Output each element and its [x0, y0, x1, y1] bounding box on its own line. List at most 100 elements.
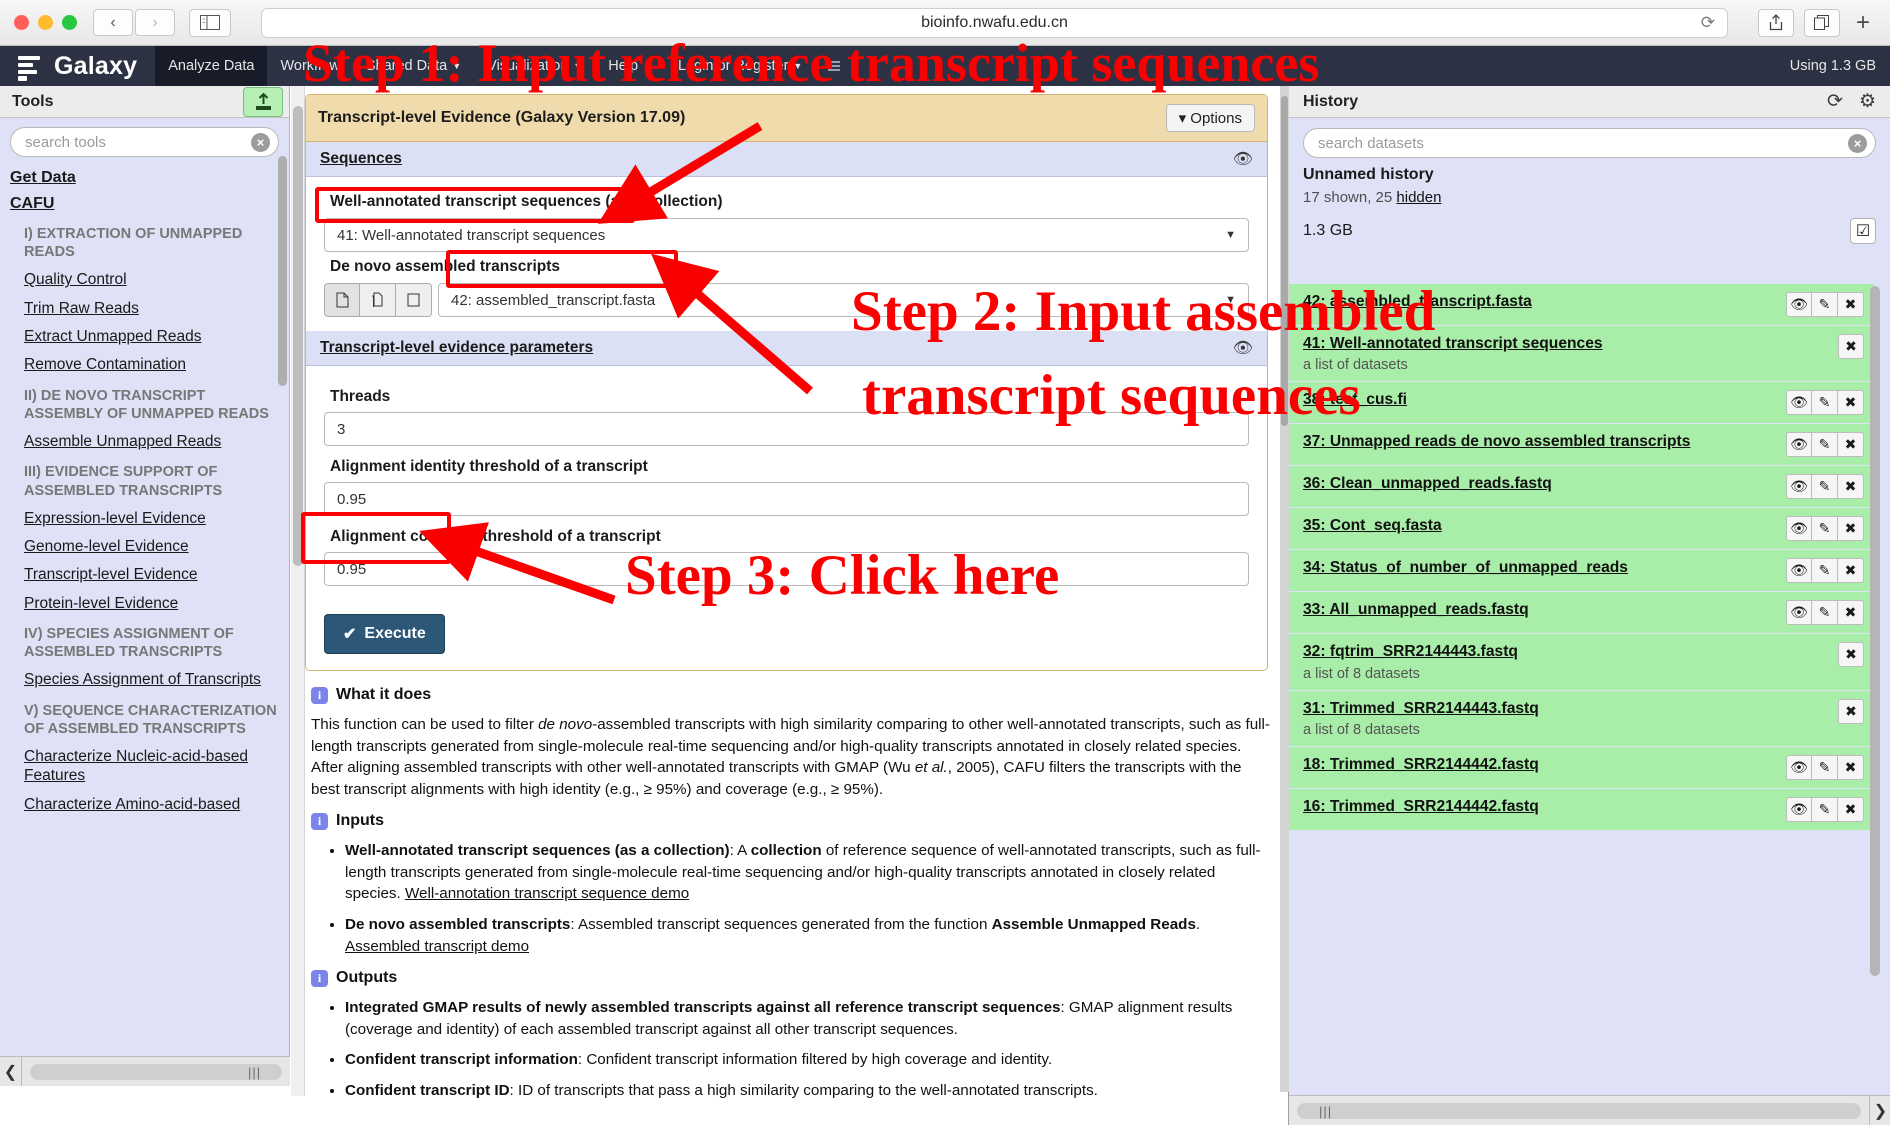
tool-quality-control[interactable]: Quality Control [24, 270, 283, 289]
delete-icon[interactable]: ✖ [1838, 754, 1864, 780]
forward-button[interactable]: › [135, 9, 175, 36]
history-dataset-item[interactable]: 42: assembled_transcript.fasta 👁 ✎ ✖ [1289, 284, 1874, 326]
pencil-icon[interactable]: ✎ [1812, 474, 1838, 500]
eye-icon[interactable]: 👁 [1786, 516, 1812, 542]
upload-data-button[interactable] [243, 86, 283, 117]
identity-threshold-input[interactable]: 0.95 [324, 482, 1249, 516]
menu-workflow[interactable]: Workflow [267, 46, 352, 86]
collapse-tool-panel-button[interactable]: ❮ [0, 1057, 22, 1086]
de-novo-select[interactable]: 42: assembled_transcript.fasta ▼ [438, 283, 1249, 317]
menu-analyze-data[interactable]: Analyze Data [155, 46, 268, 86]
pencil-icon[interactable]: ✎ [1812, 432, 1838, 458]
tool-transcript-level-evidence[interactable]: Transcript-level Evidence [24, 565, 283, 584]
tool-characterize-amino-acid[interactable]: Characterize Amino-acid-based [24, 795, 283, 814]
minimize-window-button[interactable] [38, 15, 53, 30]
tool-section-get-data[interactable]: Get Data [10, 169, 283, 187]
clear-search-icon[interactable]: × [251, 132, 270, 152]
delete-icon[interactable]: ✖ [1838, 390, 1864, 416]
history-dataset-name[interactable]: 41: Well-annotated transcript sequences [1303, 334, 1832, 354]
new-tab-button[interactable]: + [1850, 9, 1876, 37]
history-dataset-item[interactable]: 16: Trimmed_SRR2144442.fastq 👁 ✎ ✖ [1289, 788, 1874, 831]
history-dataset-name[interactable]: 18: Trimmed_SRR2144442.fastq [1303, 755, 1780, 775]
history-dataset-name[interactable]: 35: Cont_seq.fasta [1303, 516, 1780, 536]
history-dataset-item[interactable]: 36: Clean_unmapped_reads.fastq 👁 ✎ ✖ [1289, 466, 1874, 509]
delete-icon[interactable]: ✖ [1838, 642, 1864, 668]
sequences-section-header[interactable]: Sequences 👁 [306, 142, 1267, 177]
gear-icon[interactable]: ⚙ [1859, 90, 1876, 113]
parameters-section-header[interactable]: Transcript-level evidence parameters 👁 [306, 331, 1267, 366]
history-panel-resizer[interactable] [1280, 86, 1289, 1092]
history-dataset-item[interactable]: 38: test_cus.fi 👁 ✎ ✖ [1289, 382, 1874, 425]
eye-icon[interactable]: 👁 [1786, 390, 1812, 416]
history-dataset-item[interactable]: 18: Trimmed_SRR2144442.fastq 👁 ✎ ✖ [1289, 746, 1874, 789]
menu-visualization[interactable]: Visualization ▼ [474, 46, 595, 86]
tool-search-input[interactable]: search tools × [10, 127, 279, 157]
address-bar[interactable]: bioinfo.nwafu.edu.cn ⟳ [261, 7, 1728, 38]
history-dataset-name[interactable]: 34: Status_of_number_of_unmapped_reads [1303, 558, 1780, 578]
pencil-icon[interactable]: ✎ [1812, 558, 1838, 584]
menu-help[interactable]: Help ▼ [595, 46, 665, 86]
eye-icon[interactable]: 👁 [1786, 600, 1812, 626]
eye-icon[interactable]: 👁 [1786, 796, 1812, 822]
well-annotated-select[interactable]: 41: Well-annotated transcript sequences … [324, 218, 1249, 252]
delete-icon[interactable]: ✖ [1838, 698, 1864, 724]
history-dataset-item[interactable]: 35: Cont_seq.fasta 👁 ✎ ✖ [1289, 508, 1874, 551]
tool-species-assignment[interactable]: Species Assignment of Transcripts [24, 670, 283, 689]
pencil-icon[interactable]: ✎ [1812, 796, 1838, 822]
coverage-threshold-input[interactable]: 0.95 [324, 552, 1249, 586]
delete-icon[interactable]: ✖ [1838, 292, 1864, 317]
dataset-collection-icon[interactable] [396, 283, 432, 317]
threads-input[interactable]: 3 [324, 412, 1249, 446]
share-button[interactable] [1757, 8, 1794, 37]
history-search-input[interactable]: search datasets × [1303, 128, 1876, 158]
clear-search-icon[interactable]: × [1848, 133, 1867, 153]
eye-icon[interactable]: 👁 [1786, 292, 1812, 317]
delete-icon[interactable]: ✖ [1838, 516, 1864, 542]
history-dataset-name[interactable]: 16: Trimmed_SRR2144442.fastq [1303, 797, 1780, 817]
options-button[interactable]: ▾ Options [1165, 104, 1255, 132]
history-name[interactable]: Unnamed history [1303, 166, 1876, 184]
tool-remove-contamination[interactable]: Remove Contamination [24, 355, 283, 374]
history-dataset-name[interactable]: 33: All_unmapped_reads.fastq [1303, 600, 1780, 620]
tool-characterize-nucleic-acid[interactable]: Characterize Nucleic-acid-based Features [24, 747, 283, 786]
tool-extract-unmapped-reads[interactable]: Extract Unmapped Reads [24, 327, 283, 346]
history-dataset-item[interactable]: 33: All_unmapped_reads.fastq 👁 ✎ ✖ [1289, 592, 1874, 635]
eye-icon[interactable]: 👁 [1786, 754, 1812, 780]
tool-genome-level-evidence[interactable]: Genome-level Evidence [24, 537, 283, 556]
history-dataset-item[interactable]: 37: Unmapped reads de novo assembled tra… [1289, 424, 1874, 467]
back-button[interactable]: ‹ [93, 9, 133, 36]
history-dataset-item[interactable]: 32: fqtrim_SRR2144443.fastq a list of 8 d… [1289, 634, 1874, 691]
history-scrollbar[interactable] [1870, 286, 1880, 976]
tool-panel-scrollbar[interactable] [278, 156, 287, 386]
collapse-history-panel-button[interactable]: ❯ [1869, 1096, 1890, 1125]
eye-icon[interactable]: 👁 [1233, 149, 1253, 169]
menu-shared-data[interactable]: Shared Data ▼ [353, 46, 474, 86]
history-dataset-name[interactable]: 42: assembled_transcript.fasta [1303, 292, 1780, 312]
tool-expression-level-evidence[interactable]: Expression-level Evidence [24, 509, 283, 528]
multiple-datasets-icon[interactable] [360, 283, 396, 317]
tool-protein-level-evidence[interactable]: Protein-level Evidence [24, 594, 283, 613]
pencil-icon[interactable]: ✎ [1812, 390, 1838, 416]
sidebar-toggle-button[interactable] [189, 8, 231, 37]
delete-icon[interactable]: ✖ [1838, 432, 1864, 458]
maximize-window-button[interactable] [62, 15, 77, 30]
history-dataset-name[interactable]: 37: Unmapped reads de novo assembled tra… [1303, 432, 1780, 452]
history-dataset-name[interactable]: 36: Clean_unmapped_reads.fastq [1303, 474, 1780, 494]
eye-icon[interactable]: 👁 [1786, 558, 1812, 584]
reload-icon[interactable]: ⟳ [1701, 13, 1715, 33]
tabs-overview-button[interactable] [1803, 8, 1840, 37]
pencil-icon[interactable]: ✎ [1812, 600, 1838, 626]
galaxy-brand[interactable]: Galaxy [0, 52, 155, 81]
delete-icon[interactable]: ✖ [1838, 558, 1864, 584]
tool-section-cafu[interactable]: CAFU [10, 195, 283, 213]
history-dataset-name[interactable]: 32: fqtrim_SRR2144443.fastq [1303, 642, 1832, 662]
pencil-icon[interactable]: ✎ [1812, 754, 1838, 780]
center-scrollbar-track[interactable] [291, 86, 305, 1096]
delete-icon[interactable]: ✖ [1838, 334, 1864, 359]
horizontal-scrollbar[interactable]: ||| [30, 1063, 282, 1080]
center-scrollbar-thumb[interactable] [293, 106, 303, 566]
pencil-icon[interactable]: ✎ [1812, 292, 1838, 317]
history-dataset-item[interactable]: 34: Status_of_number_of_unmapped_reads 👁 ✎… [1289, 550, 1874, 593]
eye-icon[interactable]: 👁 [1786, 432, 1812, 458]
history-dataset-name[interactable]: 38: test_cus.fi [1303, 390, 1780, 410]
